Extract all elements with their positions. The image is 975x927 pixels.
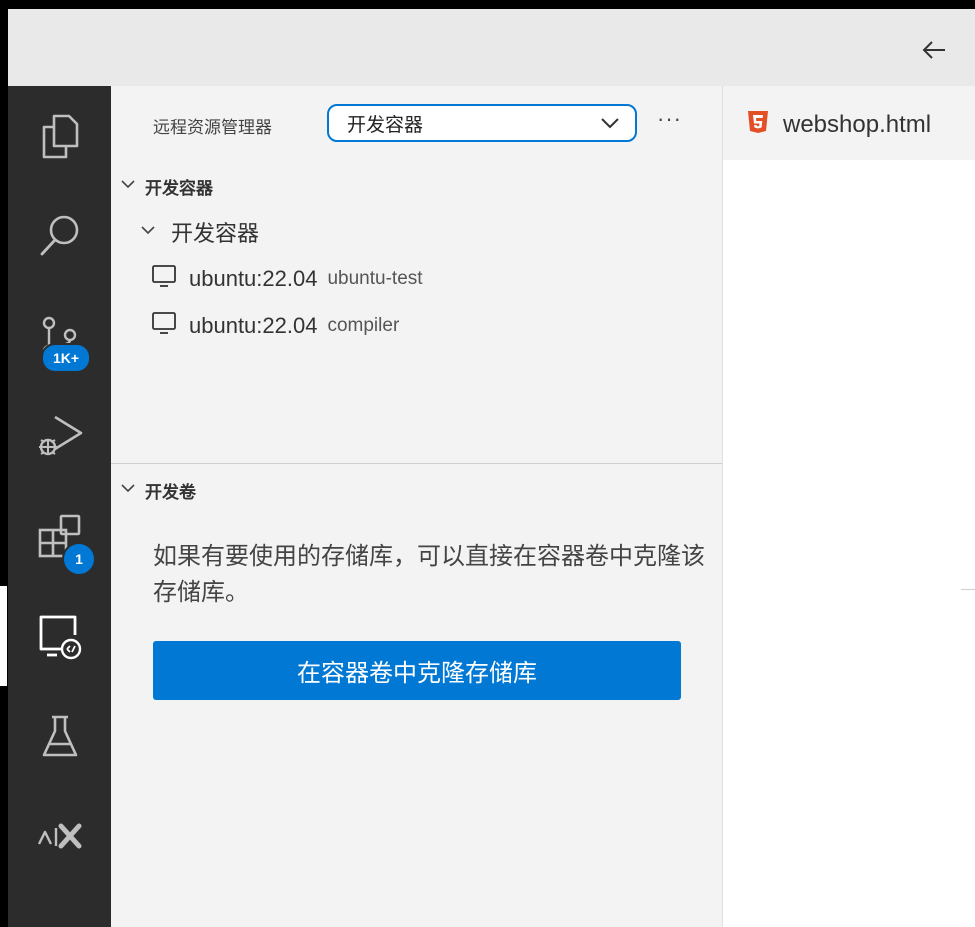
- tab-webshop-html[interactable]: webshop.html: [747, 110, 931, 139]
- editor-area[interactable]: [723, 160, 975, 927]
- tab-label: webshop.html: [783, 110, 932, 138]
- remote-explorer-icon: [35, 611, 85, 661]
- section-dev-volumes-title: 开发卷: [145, 483, 196, 502]
- activity-run-debug[interactable]: [8, 386, 111, 486]
- activity-extensions[interactable]: 1: [8, 486, 111, 586]
- chevron-down-icon: [119, 175, 145, 198]
- clone-in-volume-button[interactable]: 在容器卷中克隆存储库: [153, 641, 681, 700]
- section-dev-containers-title: 开发容器: [145, 179, 213, 198]
- container-name: compiler: [327, 315, 400, 336]
- remote-type-select-value: 开发容器: [347, 114, 424, 136]
- more-actions-button[interactable]: ···: [657, 106, 682, 132]
- section-dev-containers-header[interactable]: 开发容器: [119, 174, 213, 199]
- container-name: ubuntu-test: [327, 268, 423, 289]
- flask-icon: [40, 713, 80, 759]
- sidebar-remote-explorer: 远程资源管理器 开发容器 ··· 开发容器 开发容器 ubuntu:22.04 …: [111, 86, 723, 927]
- monitor-icon: [151, 310, 189, 342]
- window-left-edge: [0, 9, 8, 927]
- ai-x-icon: [35, 818, 85, 854]
- activity-ai[interactable]: [8, 786, 111, 886]
- window-top-edge: [0, 0, 975, 9]
- remote-type-select[interactable]: 开发容器: [327, 104, 637, 142]
- activity-bar: 1K+ 1: [0, 86, 111, 927]
- chevron-down-icon: [119, 479, 145, 502]
- activity-testing[interactable]: [8, 686, 111, 786]
- run-debug-icon: [35, 411, 85, 461]
- html5-icon: [747, 110, 769, 139]
- editor-ruler-mark: [961, 589, 975, 590]
- tree-item-container[interactable]: ubuntu:22.04 compiler: [151, 310, 399, 342]
- tree-item-container[interactable]: ubuntu:22.04 ubuntu-test: [151, 263, 423, 295]
- monitor-icon: [151, 263, 189, 295]
- container-image-label: ubuntu:22.04: [189, 266, 318, 291]
- section-divider: [111, 463, 722, 464]
- activity-remote-explorer[interactable]: [0, 586, 111, 686]
- activity-explorer[interactable]: [8, 86, 111, 186]
- activity-source-control[interactable]: 1K+: [8, 286, 111, 386]
- title-bar: [8, 9, 975, 86]
- arrow-left-icon[interactable]: [919, 35, 949, 65]
- chevron-down-icon: [599, 112, 621, 134]
- sidebar-title: 远程资源管理器: [153, 118, 272, 137]
- extensions-badge: 1: [62, 542, 96, 576]
- section-dev-volumes-header[interactable]: 开发卷: [119, 478, 196, 503]
- tree-group-label: 开发容器: [171, 221, 260, 246]
- activity-search[interactable]: [8, 186, 111, 286]
- tree-group-dev-containers[interactable]: 开发容器: [139, 216, 259, 248]
- sidebar-header: 远程资源管理器 开发容器 ···: [111, 86, 722, 162]
- editor-tab-bar: webshop.html: [723, 86, 975, 160]
- chevron-down-icon: [139, 219, 171, 245]
- files-icon: [40, 113, 80, 159]
- source-control-badge: 1K+: [41, 343, 91, 373]
- search-icon: [37, 213, 83, 259]
- container-image-label: ubuntu:22.04: [189, 313, 318, 338]
- volumes-empty-message: 如果有要使用的存储库，可以直接在容器卷中克隆该存储库。: [153, 543, 705, 606]
